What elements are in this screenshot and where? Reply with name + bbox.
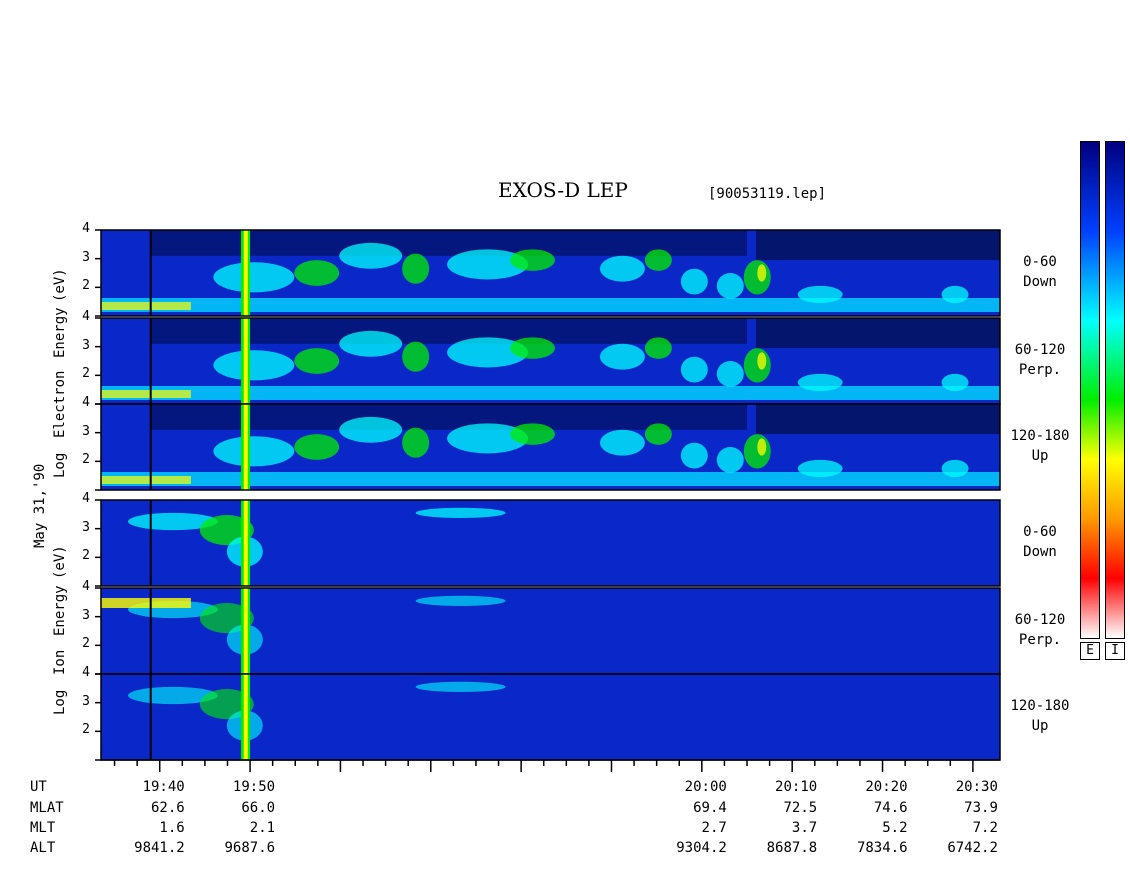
panel-5	[95, 587, 1001, 675]
y-tick-label: 2	[82, 452, 90, 468]
direction-label: Down	[1023, 274, 1057, 290]
x-row-value: 72.5	[783, 800, 818, 816]
panel-3	[95, 403, 1001, 491]
electron-axis-word-log: Log	[52, 452, 68, 478]
pitch-range-label: 0-60	[1023, 254, 1057, 270]
spectrogram-plot	[95, 229, 1001, 772]
x-row-value: 66.0	[241, 800, 276, 816]
y-tick-label: 3	[82, 519, 90, 535]
panel-label: 0-60 Down	[995, 522, 1085, 562]
panel-label: 60-120 Perp.	[995, 340, 1085, 380]
panel-label: 0-60 Down	[995, 252, 1085, 292]
direction-label: Up	[1031, 448, 1049, 464]
electron-axis-word-energy: Energy	[52, 307, 68, 358]
y-tick-label: 3	[82, 423, 90, 439]
panel-label: 120-180 Up	[995, 696, 1085, 736]
x-row-value: 7.2	[972, 820, 998, 836]
ion-axis-word-ev: (eV)	[52, 545, 68, 579]
x-row-label: UT	[30, 779, 47, 795]
electron-axis-word-electron: Electron	[52, 370, 68, 438]
x-row-label: MLT	[30, 820, 56, 836]
ion-axis-word-energy: Energy	[52, 585, 68, 636]
electron-axis-word-ev: (eV)	[52, 268, 68, 302]
x-row-value: 69.4	[693, 800, 727, 816]
x-row-value: 20:30	[955, 779, 998, 795]
x-row-value: 20:10	[775, 779, 818, 795]
y-tick-label: 4	[82, 309, 90, 324]
x-row-value: 5.2	[882, 820, 908, 836]
y-tick-label: 2	[82, 366, 90, 382]
x-row-value: 2.7	[701, 820, 727, 836]
panel-6	[95, 673, 1001, 761]
x-row-value: 7834.6	[856, 840, 908, 856]
y-tick-label: 4	[82, 395, 90, 410]
direction-label: Down	[1023, 544, 1057, 560]
x-row-value: 19:50	[232, 779, 276, 795]
x-row-value: 6742.2	[947, 840, 998, 856]
x-row-value: 20:20	[865, 779, 908, 795]
ion-axis-word-log: Log	[52, 689, 68, 715]
x-row-value: 73.9	[964, 800, 998, 816]
x-row-value: 19:40	[142, 779, 185, 795]
x-row-value: 20:00	[684, 779, 727, 795]
pitch-range-label: 120-180	[1010, 428, 1070, 444]
x-row-value: 2.1	[249, 820, 276, 836]
y-tick-label: 3	[82, 337, 90, 353]
y-tick-label: 3	[82, 607, 90, 623]
date-label: May 31,'90	[32, 463, 48, 548]
x-row-value: 74.6	[873, 800, 908, 816]
colorbar-electron-label: E	[1080, 642, 1100, 660]
y-tick-label: 2	[82, 636, 90, 652]
y-tick-label: 2	[82, 278, 90, 294]
x-row-value: 9841.2	[134, 840, 185, 856]
ion-axis-word-ion: Ion	[52, 649, 68, 675]
x-row-value: 3.7	[791, 820, 818, 836]
x-row-value: 8687.8	[766, 840, 818, 856]
x-row-value: 1.6	[159, 820, 185, 836]
panel-1	[95, 229, 1001, 317]
panel-label: 60-120 Perp.	[995, 610, 1085, 650]
y-tick-label: 4	[82, 665, 90, 680]
panel-2	[95, 317, 1001, 405]
y-tick-label: 2	[82, 548, 90, 564]
x-row-value: 9687.6	[224, 840, 276, 856]
colorbar-ion-label: I	[1105, 642, 1125, 660]
panel-4	[95, 499, 1001, 587]
direction-label: Perp.	[1018, 632, 1062, 648]
y-tick-label: 2	[82, 722, 90, 738]
x-row-value: 62.6	[151, 800, 185, 816]
x-row-value: 9304.2	[676, 840, 727, 856]
direction-label: Perp.	[1018, 362, 1062, 378]
panel-label: 120-180 Up	[995, 426, 1085, 466]
pitch-range-label: 0-60	[1023, 524, 1057, 540]
y-tick-label: 3	[82, 249, 90, 265]
x-row-label: ALT	[30, 840, 56, 856]
colorbar-ion	[1105, 141, 1125, 639]
direction-label: Up	[1031, 718, 1049, 734]
y-tick-label: 3	[82, 693, 90, 709]
y-tick-label: 4	[82, 579, 90, 594]
pitch-range-label: 60-120	[1014, 342, 1066, 358]
y-tick-label: 4	[82, 221, 90, 236]
y-tick-label: 4	[82, 491, 90, 506]
pitch-range-label: 60-120	[1014, 612, 1066, 628]
x-row-label: MLAT	[30, 800, 64, 816]
colorbar-electron	[1080, 141, 1100, 639]
pitch-range-label: 120-180	[1010, 698, 1070, 714]
